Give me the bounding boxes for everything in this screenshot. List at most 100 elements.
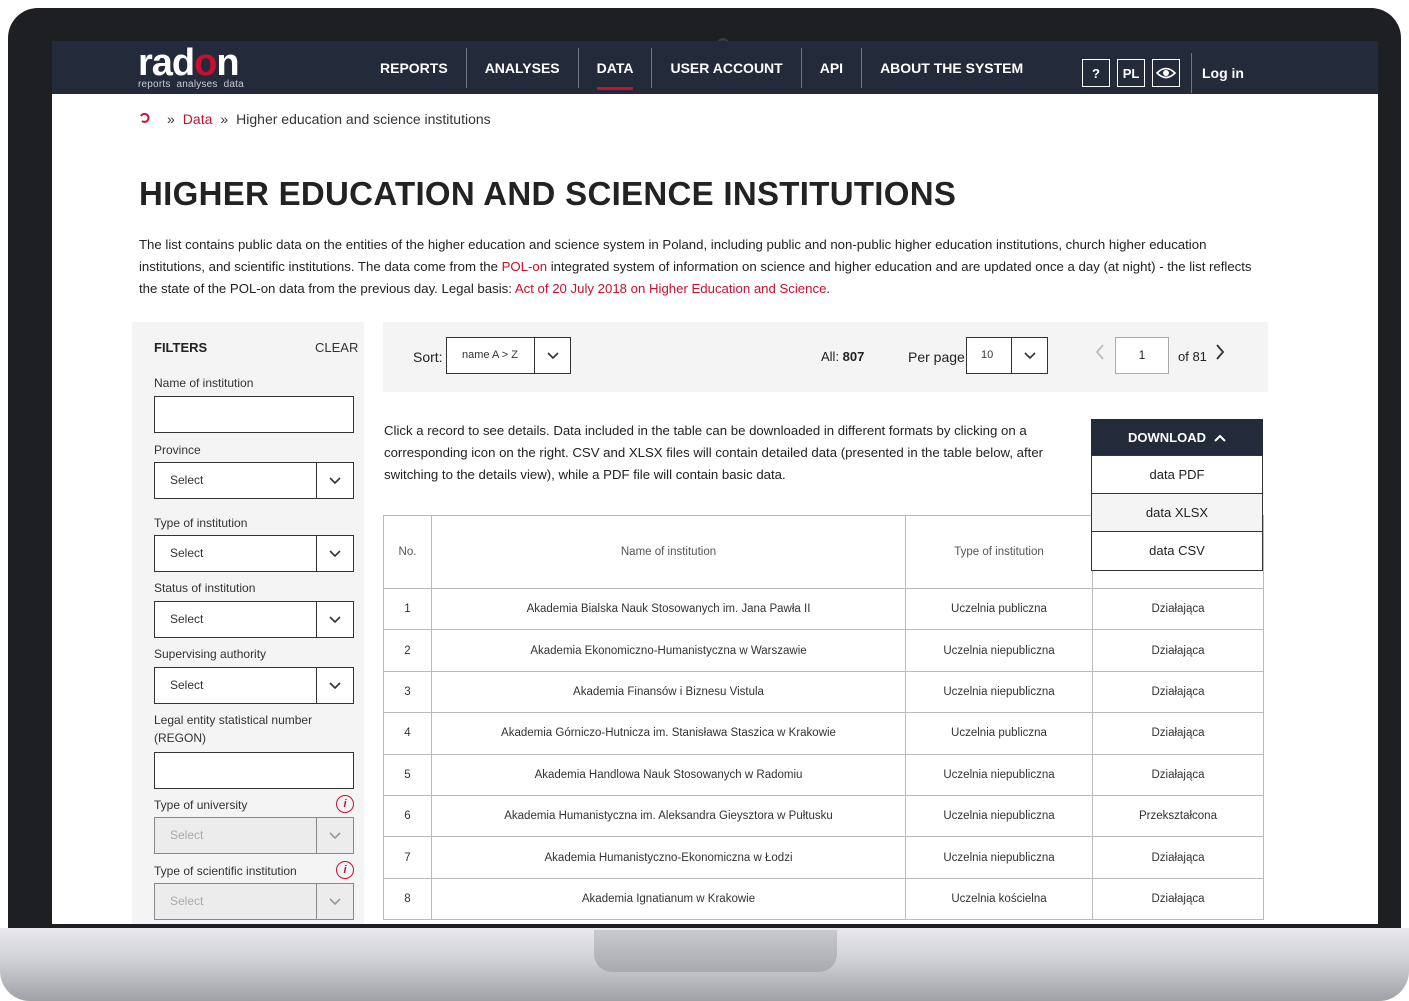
help-button[interactable]: ? — [1082, 59, 1110, 87]
per-page-select-value: 10 — [981, 349, 994, 361]
row-institution-name: Akademia Finansów i Biznesu Vistula — [431, 670, 906, 714]
province-select[interactable]: Select — [154, 462, 354, 499]
type-of-scientific-institution-select[interactable]: Select — [154, 883, 354, 920]
row-institution-type: Uczelnia publiczna — [905, 712, 1093, 755]
chevron-down-icon — [316, 884, 353, 919]
download-xlsx-option[interactable]: data XLSX — [1092, 494, 1262, 532]
logo-sub-analyses: analyses — [176, 79, 218, 90]
pol-on-link[interactable]: POL-on — [502, 259, 547, 274]
previous-page-icon[interactable] — [1095, 344, 1105, 365]
chevron-down-icon — [316, 818, 353, 853]
nav-user-account[interactable]: USER ACCOUNT — [652, 47, 802, 88]
nav-tools: ? PL Log in — [1082, 53, 1244, 93]
type-of-university-label: Type of university — [154, 798, 248, 812]
page-number-input[interactable]: 1 — [1115, 337, 1169, 374]
chevron-down-icon — [1011, 338, 1047, 373]
table-row[interactable]: 1 Akademia Bialska Nauk Stosowanych im. J… — [383, 587, 1264, 631]
next-page-icon[interactable] — [1215, 344, 1225, 365]
name-of-institution-input[interactable] — [154, 396, 354, 433]
nav-analyses[interactable]: ANALYSES — [467, 47, 579, 88]
breadcrumb-separator: » — [167, 111, 175, 127]
language-button[interactable]: PL — [1117, 59, 1145, 87]
row-institution-status: Działająca — [1092, 753, 1264, 796]
regon-label: Legal entity statistical number (REGON) — [154, 711, 312, 747]
row-number: 6 — [383, 794, 432, 838]
total-count-value: 807 — [842, 349, 865, 364]
row-institution-status: Działająca — [1092, 877, 1264, 921]
download-button[interactable]: DOWNLOAD — [1091, 419, 1263, 455]
legal-basis-link[interactable]: Act of 20 July 2018 on Higher Education … — [515, 281, 827, 296]
chevron-down-icon — [316, 602, 353, 637]
download-notice: Click a record to see details. Data incl… — [384, 423, 1044, 482]
name-of-institution-label: Name of institution — [154, 376, 254, 390]
column-header-type[interactable]: Type of institution — [905, 515, 1093, 589]
download-pdf-option[interactable]: data PDF — [1092, 456, 1262, 494]
row-institution-status: Działająca — [1092, 836, 1264, 879]
type-of-institution-select[interactable]: Select — [154, 535, 354, 572]
table-row[interactable]: 3 Akademia Finansów i Biznesu Vistula Ucze… — [383, 670, 1264, 714]
row-number: 8 — [383, 877, 432, 921]
type-of-scientific-institution-label: Type of scientific institution — [154, 864, 297, 878]
chevron-down-icon — [534, 338, 570, 373]
total-count: All: 807 — [821, 349, 864, 364]
filters-title: FILTERS — [154, 340, 208, 355]
table-row[interactable]: 4 Akademia Górniczo-Hutnicza im. Stanisła… — [383, 712, 1264, 755]
row-institution-name: Akademia Humanistyczna im. Aleksandra Gi… — [431, 794, 906, 838]
institutions-table: No. Name of institution Type of institut… — [383, 515, 1264, 921]
screen: radon reports analyses data REPORTS ANALYS… — [52, 41, 1378, 924]
page-total: of 81 — [1178, 349, 1207, 364]
filters-panel: FILTERS CLEAR Name of institution Provin… — [132, 322, 364, 924]
nav-data[interactable]: DATA — [579, 47, 653, 90]
per-page-select[interactable]: 10 — [966, 337, 1048, 374]
download-csv-option[interactable]: data CSV — [1092, 532, 1262, 570]
nav-api[interactable]: API — [802, 47, 863, 88]
download-button-label: DOWNLOAD — [1128, 429, 1206, 445]
chevron-down-icon — [316, 463, 353, 498]
column-header-name[interactable]: Name of institution — [431, 515, 906, 589]
info-icon[interactable]: i — [336, 795, 354, 813]
clear-filters-button[interactable]: CLEAR — [315, 340, 358, 355]
table-row[interactable]: 7 Akademia Humanistyczno-Ekonomiczna w Ło… — [383, 836, 1264, 879]
login-link[interactable]: Log in — [1202, 65, 1244, 81]
column-header-no[interactable]: No. — [383, 515, 432, 589]
row-institution-name: Akademia Bialska Nauk Stosowanych im. Ja… — [431, 587, 906, 631]
info-icon[interactable]: i — [336, 861, 354, 879]
nav-divider — [1191, 53, 1192, 93]
logo-text-end: n — [216, 42, 239, 84]
table-row[interactable]: 6 Akademia Humanistyczna im. Aleksandra G… — [383, 794, 1264, 838]
province-select-value: Select — [170, 473, 204, 487]
nav-reports[interactable]: REPORTS — [362, 47, 467, 88]
table-row[interactable]: 2 Akademia Ekonomiczno-Humanistyczna w Wa… — [383, 629, 1264, 672]
contrast-eye-icon[interactable] — [1152, 59, 1180, 87]
sort-select[interactable]: name A > Z — [446, 337, 571, 374]
radon-home-icon[interactable] — [139, 111, 151, 127]
breadcrumb-data-link[interactable]: Data — [183, 111, 213, 127]
sort-label: Sort: — [413, 349, 443, 365]
status-of-institution-select[interactable]: Select — [154, 601, 354, 638]
nav-about-the-system[interactable]: ABOUT THE SYSTEM — [862, 48, 1041, 88]
intro-paragraph: The list contains public data on the ent… — [139, 234, 1259, 300]
type-of-university-select[interactable]: Select — [154, 817, 354, 854]
regon-label-line-1: Legal entity statistical number — [154, 713, 313, 727]
row-institution-status: Działająca — [1092, 670, 1264, 714]
row-institution-type: Uczelnia kościelna — [905, 877, 1093, 921]
row-institution-name: Akademia Humanistyczno-Ekonomiczna w Łod… — [431, 836, 906, 879]
radon-logo[interactable]: radon reports analyses data — [138, 43, 250, 90]
row-number: 3 — [383, 670, 432, 714]
row-institution-type: Uczelnia niepubliczna — [905, 753, 1093, 796]
chevron-down-icon — [316, 668, 353, 703]
download-menu: data PDF data XLSX data CSV — [1091, 455, 1263, 571]
breadcrumb-current: Higher education and science institution… — [236, 111, 491, 127]
row-institution-type: Uczelnia niepubliczna — [905, 670, 1093, 714]
row-number: 2 — [383, 629, 432, 672]
regon-label-line-2: (REGON) — [154, 731, 206, 745]
table-row[interactable]: 5 Akademia Handlowa Nauk Stosowanych w Ra… — [383, 753, 1264, 796]
supervising-authority-select[interactable]: Select — [154, 667, 354, 704]
row-number: 4 — [383, 712, 432, 755]
sort-select-value: name A > Z — [462, 349, 518, 361]
row-institution-name: Akademia Ignatianum w Krakowie — [431, 877, 906, 921]
table-row[interactable]: 8 Akademia Ignatianum w Krakowie Uczelnia … — [383, 877, 1264, 921]
regon-input[interactable] — [154, 752, 354, 789]
breadcrumb: » Data » Higher education and science in… — [139, 111, 491, 127]
main-menu: REPORTS ANALYSES DATA USER ACCOUNT API A… — [362, 41, 1041, 94]
